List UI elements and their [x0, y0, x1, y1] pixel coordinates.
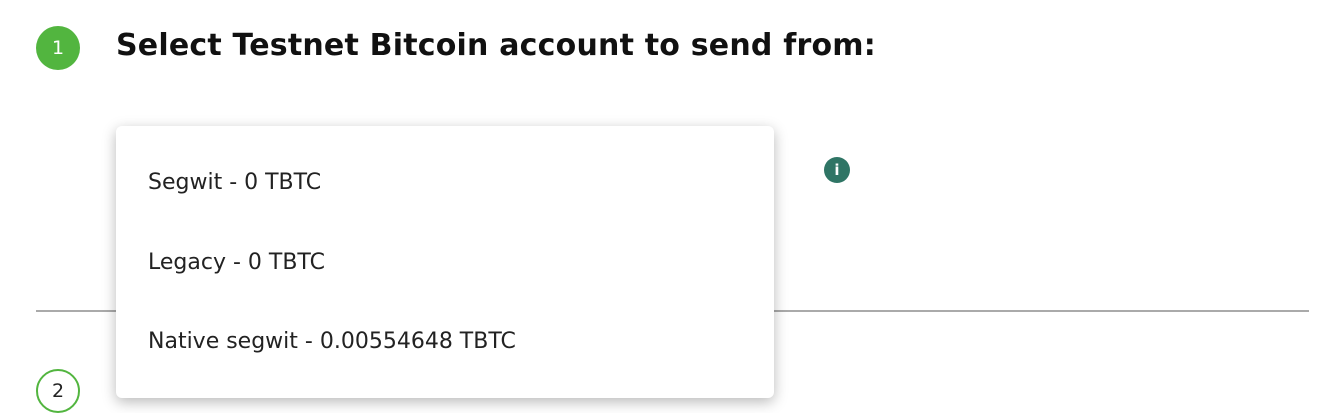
info-icon[interactable]: i	[824, 157, 850, 183]
option-segwit[interactable]: Segwit - 0 TBTC	[148, 170, 321, 195]
option-legacy[interactable]: Legacy - 0 TBTC	[148, 250, 325, 275]
step-number: 1	[51, 37, 65, 59]
step-number: 2	[51, 380, 65, 402]
step-1-badge: 1	[36, 26, 80, 70]
step-1-title: Select Testnet Bitcoin account to send f…	[116, 28, 876, 63]
step-2-badge: 2	[36, 369, 80, 413]
account-dropdown-menu: Segwit - 0 TBTC Legacy - 0 TBTC Native s…	[116, 126, 774, 398]
option-native-segwit[interactable]: Native segwit - 0.00554648 TBTC	[148, 329, 516, 354]
